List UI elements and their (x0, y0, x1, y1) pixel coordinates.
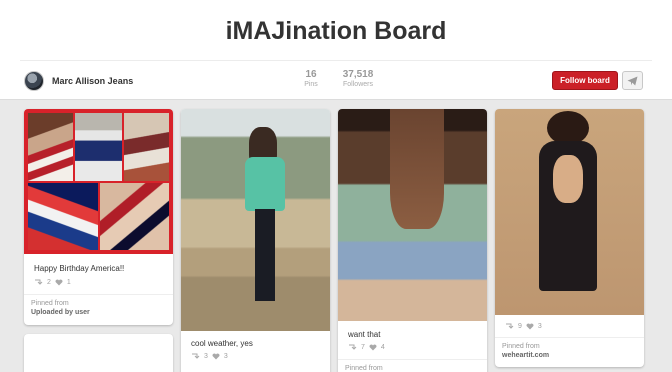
like-count: 4 (380, 344, 385, 351)
pin-card-5[interactable] (24, 334, 173, 372)
send-icon (627, 76, 638, 85)
board-owner[interactable]: Marc Allison Jeans (24, 70, 133, 92)
pin-stats: 3 3 (191, 353, 228, 360)
pinned-from-label: Pinned from (31, 300, 69, 307)
pin-separator (495, 337, 644, 338)
board-header: iMAJination Board Marc Allison Jeans 16 … (0, 0, 672, 100)
pin-image[interactable] (495, 109, 644, 315)
pin-card-2[interactable]: cool weather, yes 3 3 (181, 109, 330, 372)
pin-card-4[interactable]: 9 3 Pinned from weheartit.com (495, 109, 644, 367)
like-count: 3 (537, 323, 542, 330)
pins-count: 16 (305, 69, 317, 80)
pin-description: want that (348, 330, 381, 339)
pin-separator (24, 294, 173, 295)
owner-name[interactable]: Marc Allison Jeans (52, 76, 133, 86)
pin-stats: 7 4 (348, 344, 385, 351)
pinned-from-label: Pinned from (345, 365, 383, 372)
repin-count: 3 (204, 353, 208, 360)
pin-card-3[interactable]: want that 7 4 Pinned from (338, 109, 487, 372)
like-count: 3 (223, 353, 228, 360)
pins-label: Pins (304, 81, 318, 88)
pin-separator (338, 359, 487, 360)
board-title: iMAJination Board (225, 17, 447, 45)
repin-icon (192, 353, 200, 359)
pin-source[interactable]: Uploaded by user (31, 309, 90, 316)
pinned-from-label: Pinned from (502, 343, 540, 350)
followers-stat[interactable]: 37,518 Followers (336, 69, 380, 88)
repin-icon (506, 323, 514, 329)
pin-card-1[interactable]: Happy Birthday America!! 2 1 Pinned from… (24, 109, 173, 325)
pin-stats: 9 3 (505, 323, 542, 330)
header-divider (20, 60, 652, 61)
pin-description: cool weather, yes (191, 339, 253, 348)
pin-description: Happy Birthday America!! (34, 264, 125, 273)
pin-image[interactable] (338, 109, 487, 321)
avatar[interactable] (24, 71, 44, 91)
pin-stats: 2 1 (34, 279, 71, 286)
heart-icon (526, 323, 534, 330)
heart-icon (212, 353, 220, 360)
pin-image[interactable] (24, 109, 173, 254)
repin-icon (349, 344, 357, 350)
pins-stat[interactable]: 16 Pins (296, 69, 326, 88)
send-button[interactable] (622, 71, 643, 90)
heart-icon (369, 344, 377, 351)
repin-count: 2 (47, 279, 51, 286)
pin-image[interactable] (181, 109, 330, 331)
pin-source[interactable]: weheartit.com (502, 352, 549, 359)
followers-label: Followers (343, 81, 373, 88)
followers-count: 37,518 (342, 69, 374, 80)
follow-board-button[interactable]: Follow board (552, 71, 618, 90)
repin-count: 9 (518, 323, 522, 330)
repin-count: 7 (361, 344, 365, 351)
heart-icon (55, 279, 63, 286)
like-count: 1 (66, 279, 71, 286)
repin-icon (35, 279, 43, 285)
